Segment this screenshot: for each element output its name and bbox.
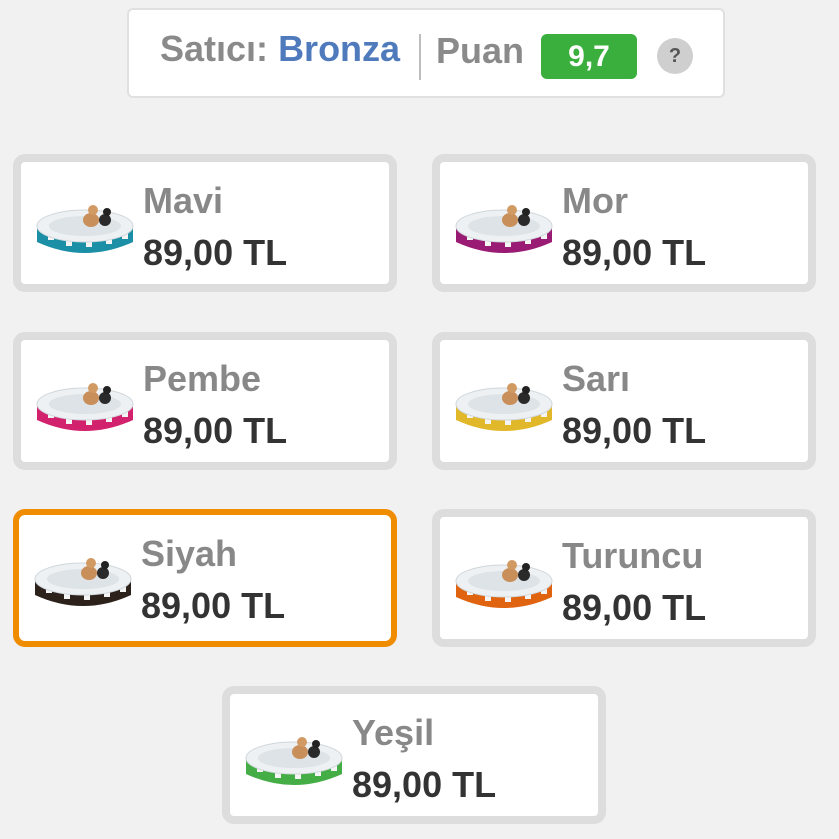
product-thumbnail — [34, 558, 132, 606]
variant-name: Siyah — [141, 533, 238, 574]
product-thumbnail — [455, 383, 553, 431]
seller-label-text: Satıcı: — [160, 28, 269, 69]
score-badge: 9,7 — [541, 34, 637, 79]
variant-price: 89,00 TL — [141, 585, 286, 626]
product-thumbnail — [36, 383, 134, 431]
variant-option-siyah[interactable]: Siyah 89,00 TL — [13, 509, 397, 647]
seller-divider — [419, 34, 421, 80]
variant-price: 89,00 TL — [562, 410, 707, 451]
variant-price: 89,00 TL — [562, 587, 707, 628]
product-thumbnail — [245, 737, 343, 785]
variant-price: 89,00 TL — [562, 232, 707, 273]
variant-price: 89,00 TL — [352, 764, 497, 805]
variant-name: Mor — [562, 180, 628, 221]
variant-option-mavi[interactable]: Mavi 89,00 TL — [13, 154, 397, 292]
variant-name: Sarı — [562, 358, 631, 399]
variant-price: 89,00 TL — [143, 232, 288, 273]
variant-name: Turuncu — [562, 535, 704, 576]
seller-name-link[interactable]: Bronza — [278, 28, 400, 69]
seller-label: Satıcı: Bronza — [160, 28, 400, 70]
question-icon[interactable]: ? — [657, 38, 693, 74]
product-thumbnail — [455, 560, 553, 608]
product-thumbnail — [455, 205, 553, 253]
score-label: Puan — [436, 30, 525, 71]
product-thumbnail — [36, 205, 134, 253]
variant-option-yesil[interactable]: Yeşil 89,00 TL — [222, 686, 606, 824]
variant-option-sari[interactable]: Sarı 89,00 TL — [432, 332, 816, 470]
variant-name: Mavi — [143, 180, 224, 221]
variant-price: 89,00 TL — [143, 410, 288, 451]
variant-option-mor[interactable]: Mor 89,00 TL — [432, 154, 816, 292]
seller-info-box: Satıcı: Bronza Puan 9,7 ? — [127, 8, 725, 98]
variant-name: Pembe — [143, 358, 262, 399]
variant-option-pembe[interactable]: Pembe 89,00 TL — [13, 332, 397, 470]
variant-name: Yeşil — [352, 712, 435, 753]
variant-option-turuncu[interactable]: Turuncu 89,00 TL — [432, 509, 816, 647]
